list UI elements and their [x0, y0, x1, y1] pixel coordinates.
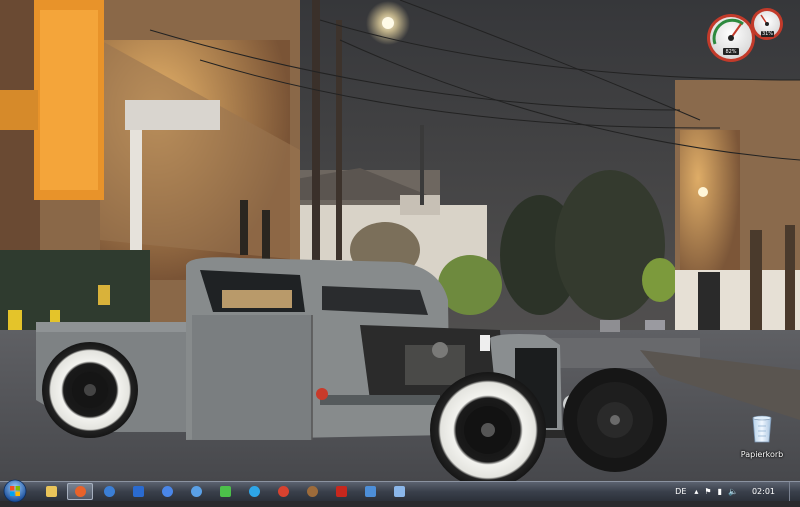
firefox-icon [74, 486, 86, 497]
window-icon [393, 486, 405, 497]
taskbar-app-app-12[interactable] [357, 483, 383, 500]
cpu-meter-gadget[interactable]: 82% 31% [705, 6, 785, 64]
red-gear-icon [277, 486, 289, 497]
desktop-icon-label: Papierkorb [740, 450, 784, 459]
volume-icon[interactable]: 🔈 [728, 487, 738, 496]
windows-start-orb-icon [3, 479, 27, 503]
blue-circle-icon [103, 486, 115, 497]
show-desktop-button[interactable] [789, 482, 800, 501]
taskbar-app-filezilla[interactable] [328, 483, 354, 500]
taskbar-app-firefox[interactable] [67, 483, 93, 500]
system-tray: DE ▴ ⚑ ▮ 🔈 02:01 [675, 482, 800, 501]
taskbar-app-app-3[interactable] [96, 483, 122, 500]
monitor-icon [364, 486, 376, 497]
action-center-flag-icon[interactable]: ⚑ [704, 487, 711, 496]
taskbar-app-app-7[interactable] [212, 483, 238, 500]
folder-icon [45, 486, 57, 497]
globe-icon [190, 486, 202, 497]
memory-gauge-value: 31% [761, 31, 774, 37]
blue-sphere-icon [161, 486, 173, 497]
taskbar-app-app-6[interactable] [183, 483, 209, 500]
taskbar-app-app-4[interactable] [125, 483, 151, 500]
taskbar-app-app-10[interactable] [299, 483, 325, 500]
taskbar-pinned-apps [38, 483, 412, 501]
show-hidden-icons-icon[interactable]: ▴ [694, 487, 698, 496]
filezilla-icon [335, 486, 347, 497]
taskbar-app-app-9[interactable] [270, 483, 296, 500]
desktop-icon-recycle-bin[interactable]: Papierkorb [736, 414, 788, 459]
taskbar-app-explorer[interactable] [38, 483, 64, 500]
start-button[interactable] [2, 479, 28, 503]
taskbar-clock[interactable]: 02:01 [752, 487, 775, 496]
skype-icon [248, 486, 260, 497]
taskbar-app-app-8[interactable] [241, 483, 267, 500]
language-indicator[interactable]: DE [675, 487, 686, 496]
desktop-wallpaper [0, 0, 800, 481]
taskbar: DE ▴ ⚑ ▮ 🔈 02:01 [0, 479, 800, 503]
cpu-gauge-value: 82% [725, 49, 737, 55]
taskbar-app-app-13[interactable] [386, 483, 412, 500]
wheel-icon [306, 486, 318, 497]
taskbar-app-app-5[interactable] [154, 483, 180, 500]
green-gem-icon [219, 486, 231, 497]
blue-app-icon [132, 486, 144, 497]
network-icon[interactable]: ▮ [718, 487, 722, 496]
recycle-bin-icon [752, 415, 772, 443]
